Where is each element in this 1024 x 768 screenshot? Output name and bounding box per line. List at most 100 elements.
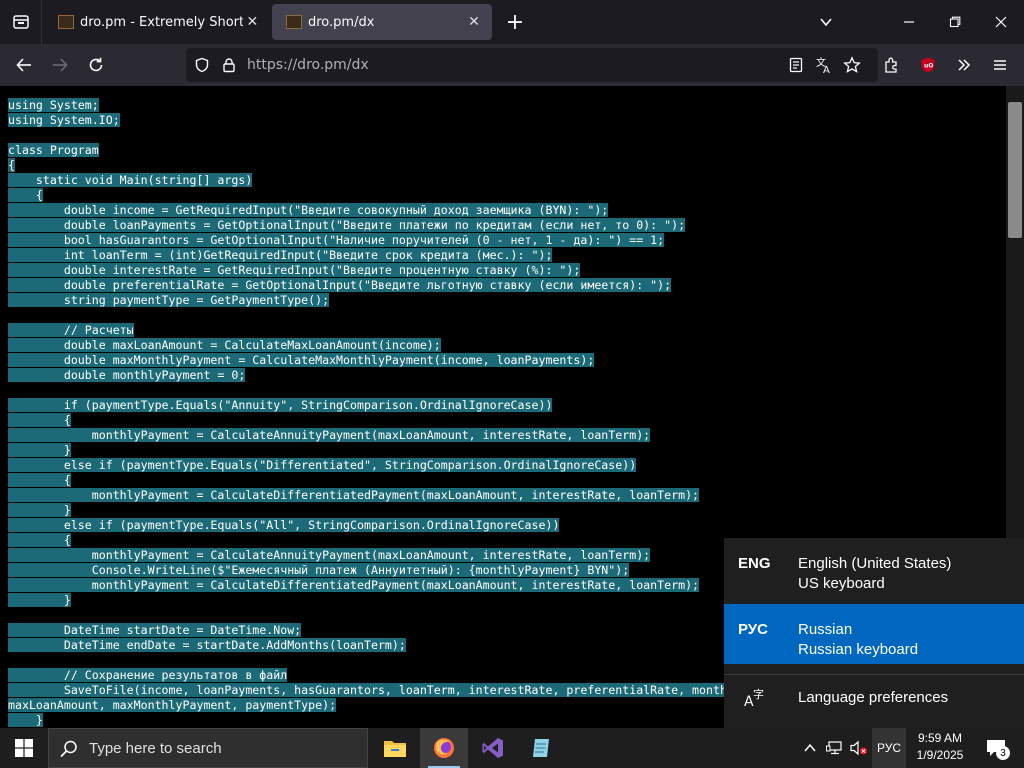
input-language-indicator[interactable]: РУС — [872, 728, 906, 768]
language-name: English (United States) — [798, 555, 952, 572]
code-line: double preferentialRate = GetOptionalInp… — [8, 278, 672, 292]
code-line: monthlyPayment = CalculateAnnuityPayment… — [8, 548, 651, 562]
code-line: double monthlyPayment = 0; — [8, 368, 246, 382]
code-line: using System; — [8, 98, 99, 112]
code-line: } — [8, 713, 43, 727]
url-text[interactable]: https://dro.pm/dx — [247, 57, 369, 73]
browser-tab-strip: dro.pm - Extremely Short Links ✕ dro.pm/… — [0, 0, 1024, 44]
taskbar-app-notepad[interactable] — [518, 728, 566, 768]
app-menu-button[interactable] — [985, 50, 1015, 80]
hamburger-icon — [994, 60, 1006, 70]
ublock-icon: uO — [921, 57, 935, 73]
folder-icon — [384, 741, 406, 757]
firefox-icon — [434, 738, 454, 758]
code-line: bool hasGuarantors = GetOptionalInput("Н… — [8, 233, 665, 247]
taskbar-app-file-explorer[interactable] — [371, 728, 419, 768]
close-icon[interactable]: ✕ — [462, 10, 486, 34]
code-line: { — [8, 158, 15, 172]
reader-view-icon — [789, 57, 803, 73]
search-placeholder: Type here to search — [89, 740, 222, 757]
tab-title: dro.pm/dx — [308, 14, 375, 30]
code-line: DateTime startDate = DateTime.Now; — [8, 623, 302, 637]
arrow-left-icon — [16, 58, 31, 72]
clock-time: 9:59 AM — [917, 731, 963, 745]
taskbar-app-visual-studio[interactable] — [469, 728, 517, 768]
translate-button[interactable]: 文 A — [809, 50, 839, 80]
network-status-button[interactable] — [824, 728, 846, 768]
minimize-icon — [904, 21, 914, 23]
search-icon — [60, 740, 77, 758]
arrow-right-icon — [53, 58, 68, 72]
network-icon — [826, 741, 842, 755]
window-minimize-button[interactable] — [886, 0, 932, 44]
windows-taskbar: Type here to search РУС 9:59 AM 1/9/2025… — [0, 728, 1024, 768]
keyboard-layout: Russian keyboard — [798, 641, 919, 658]
translate-icon: 文 A — [816, 56, 830, 74]
tab-dro-pm-dx[interactable]: dro.pm/dx ✕ — [272, 4, 492, 40]
window-restore-button[interactable] — [932, 0, 978, 44]
shield-icon — [195, 57, 209, 73]
address-bar[interactable]: https://dro.pm/dx — [186, 48, 878, 82]
plus-icon: + — [505, 9, 525, 35]
start-button[interactable] — [0, 728, 48, 768]
more-tools-button[interactable] — [949, 50, 979, 80]
clock-date: 1/9/2025 — [916, 748, 964, 762]
divider — [724, 674, 1024, 675]
code-line: { — [8, 533, 71, 547]
svg-text:A: A — [823, 65, 830, 74]
code-line: double maxMonthlyPayment = CalculateMaxM… — [8, 353, 595, 367]
browser-navigation-bar: https://dro.pm/dx 文 A uO — [0, 44, 1024, 86]
code-line: Console.WriteLine($"Ежемесячный платеж (… — [8, 563, 630, 577]
reload-icon — [89, 57, 103, 72]
restore-icon — [949, 16, 961, 28]
system-clock[interactable]: 9:59 AM 1/9/2025 — [908, 730, 972, 766]
language-preferences-label: Language preferences — [798, 689, 949, 706]
code-line: } — [8, 443, 71, 457]
notification-center-button[interactable]: 3 — [976, 728, 1016, 768]
volume-button[interactable] — [848, 728, 870, 768]
tab-title: dro.pm - Extremely Short Links — [80, 14, 243, 30]
close-icon[interactable]: ✕ — [243, 10, 262, 34]
code-line: } — [8, 593, 71, 607]
code-line: { — [8, 473, 71, 487]
star-icon — [843, 56, 861, 73]
reload-button[interactable] — [81, 50, 111, 80]
list-all-tabs-button[interactable] — [812, 8, 840, 36]
code-line: monthlyPayment = CalculateDifferentiated… — [8, 488, 700, 502]
forward-button[interactable] — [45, 50, 75, 80]
tab-list-button[interactable] — [0, 0, 42, 44]
code-line: { — [8, 188, 43, 202]
code-line: double income = GetRequiredInput("Введит… — [8, 203, 609, 217]
new-tab-button[interactable]: + — [500, 6, 530, 38]
reader-view-button[interactable] — [781, 50, 811, 80]
notification-count-badge: 3 — [996, 746, 1010, 760]
window-close-button[interactable] — [978, 0, 1024, 44]
ublock-origin-button[interactable]: uO — [913, 50, 943, 80]
code-line: if (paymentType.Equals("Annuity", String… — [8, 398, 553, 412]
code-line: int loanTerm = (int)GetRequiredInput("Вв… — [8, 248, 553, 262]
taskbar-search-box[interactable]: Type here to search — [48, 728, 368, 768]
show-hidden-icons-button[interactable] — [800, 728, 820, 768]
language-preferences-link[interactable]: A 字 Language preferences — [724, 678, 1024, 718]
code-line: else if (paymentType.Equals("Differentia… — [8, 458, 637, 472]
taskbar-app-firefox[interactable] — [420, 728, 468, 768]
back-button[interactable] — [9, 50, 39, 80]
puzzle-icon — [885, 57, 897, 73]
scrollbar-thumb[interactable] — [1008, 102, 1022, 238]
language-option-english[interactable]: ENG English (United States) US keyboard — [724, 538, 1024, 598]
tracking-protection-button[interactable] — [192, 55, 212, 75]
site-info-button[interactable] — [219, 55, 239, 75]
language-code: РУС — [738, 621, 768, 638]
code-line: using System.IO; — [8, 113, 120, 127]
bookmark-button[interactable] — [837, 50, 867, 80]
notepad-icon — [533, 739, 549, 757]
speaker-muted-icon — [850, 740, 868, 756]
language-option-russian[interactable]: РУС Russian Russian keyboard — [724, 604, 1024, 664]
tab-dro-pm-home[interactable]: dro.pm - Extremely Short Links ✕ — [44, 4, 268, 40]
code-line: { — [8, 413, 71, 427]
input-language-flyout: ENG English (United States) US keyboard … — [724, 538, 1024, 728]
extensions-button[interactable] — [877, 50, 907, 80]
